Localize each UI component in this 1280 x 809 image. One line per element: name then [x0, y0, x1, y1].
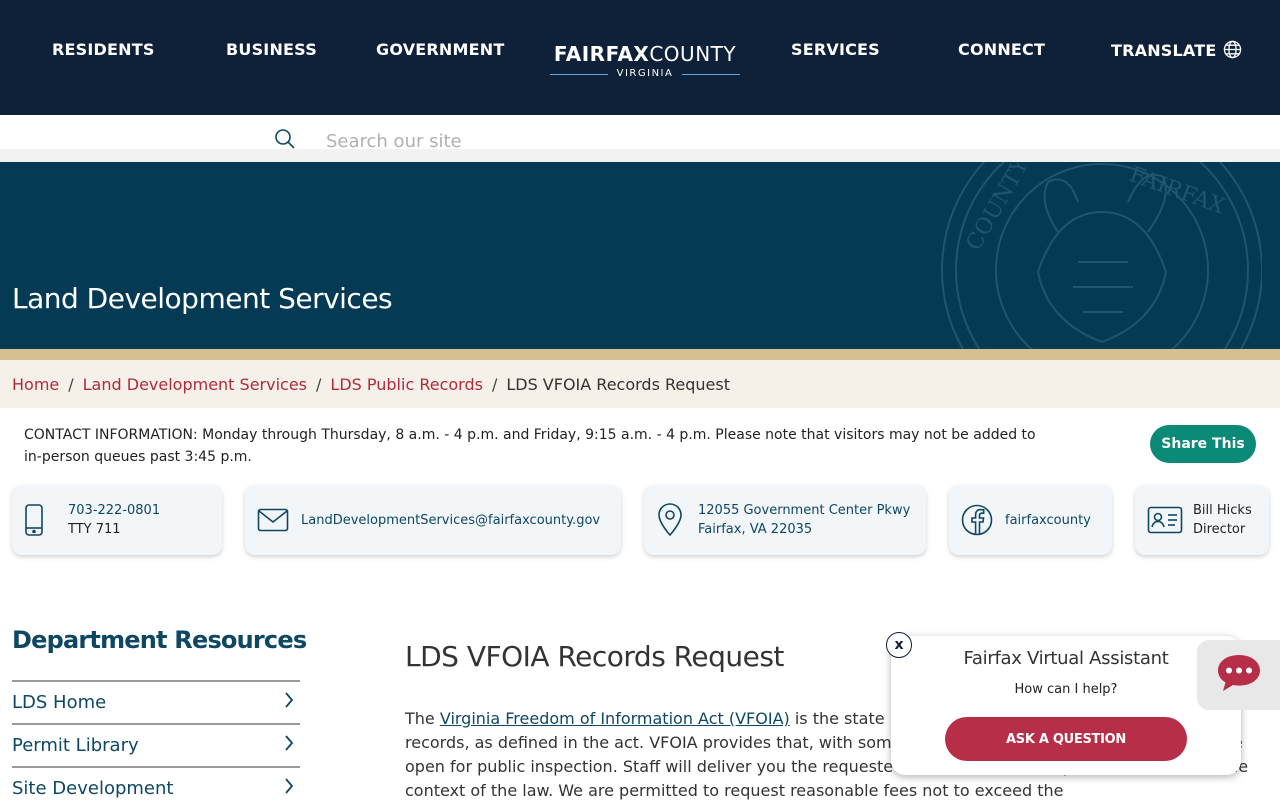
breadcrumb-lds-public-records[interactable]: LDS Public Records — [330, 375, 483, 394]
address-line1: 12055 Government Center Pkwy — [698, 503, 911, 518]
sidebar-item-label: Site Development — [12, 778, 174, 799]
nav-services[interactable]: SERVICES — [791, 40, 880, 59]
hero-banner: COUNTY FAIRFAX — [0, 162, 1280, 349]
facebook-icon — [961, 504, 993, 536]
email-card[interactable]: LandDevelopmentServices@fairfaxcounty.go… — [245, 485, 621, 555]
chat-subtitle: How can I help? — [1014, 682, 1118, 697]
address-line2: Fairfax, VA 22035 — [698, 522, 813, 537]
chevron-right-icon — [284, 777, 294, 800]
nav-government[interactable]: GOVERNMENT — [376, 40, 504, 59]
sidebar-item-label: Permit Library — [12, 735, 139, 756]
ask-question-button[interactable]: ASK A QUESTION — [945, 717, 1187, 761]
sidebar-title: Department Resources — [12, 626, 307, 654]
id-card-icon — [1147, 506, 1183, 534]
logo-text-bold: FAIRFAX — [553, 42, 650, 66]
director-name: Bill Hicks — [1193, 503, 1252, 518]
sidebar-item-label: LDS Home — [12, 692, 107, 713]
breadcrumb: Home / Land Development Services / LDS P… — [0, 360, 1280, 408]
county-seal-watermark: COUNTY FAIRFAX — [938, 162, 1263, 349]
chat-close-button[interactable]: x — [886, 632, 912, 658]
hero-accent-bar — [0, 349, 1280, 360]
sidebar-item-site-development[interactable]: Site Development — [12, 766, 300, 809]
share-button[interactable]: Share This — [1150, 425, 1256, 463]
nav-residents[interactable]: RESIDENTS — [52, 40, 155, 59]
contact-hours-notice: CONTACT INFORMATION: Monday through Thur… — [24, 427, 1036, 465]
phone-icon — [24, 503, 44, 537]
director-title: Director — [1193, 522, 1246, 537]
page-title: Land Development Services — [12, 282, 393, 315]
breadcrumb-land-development-services[interactable]: Land Development Services — [83, 375, 307, 394]
phone-card[interactable]: 703-222-0801 TTY 711 — [12, 485, 222, 555]
body-prefix: The — [405, 709, 440, 728]
nav-translate[interactable]: TRANSLATE — [1111, 40, 1242, 63]
virtual-assistant-popup: Fairfax Virtual Assistant How can I help… — [891, 636, 1241, 775]
sidebar-item-lds-home[interactable]: LDS Home — [12, 680, 300, 723]
envelope-icon — [257, 508, 289, 532]
logo-text-light: COUNTY — [649, 42, 737, 66]
facebook-handle[interactable]: fairfaxcounty — [1005, 511, 1091, 530]
search-icon[interactable] — [274, 128, 296, 154]
tty-number: TTY 711 — [68, 522, 121, 537]
breadcrumb-current: LDS VFOIA Records Request — [506, 374, 730, 394]
sidebar-list: LDS Home Permit Library Site Development — [12, 680, 300, 809]
chat-launcher-button[interactable] — [1197, 640, 1280, 710]
nav-translate-label: TRANSLATE — [1111, 41, 1217, 60]
logo-subtitle: VIRGINIA — [548, 68, 742, 79]
chat-title: Fairfax Virtual Assistant — [963, 648, 1169, 669]
svg-text:FAIRFAX: FAIRFAX — [1126, 162, 1228, 220]
content-title: LDS VFOIA Records Request — [405, 640, 784, 673]
fairfax-county-logo[interactable]: FAIRFAXCOUNTY VIRGINIA — [548, 42, 742, 79]
globe-icon — [1223, 40, 1242, 63]
email-address[interactable]: LandDevelopmentServices@fairfaxcounty.go… — [301, 511, 600, 530]
map-pin-icon — [656, 503, 684, 537]
search-input[interactable] — [326, 128, 1226, 154]
breadcrumb-separator: / — [491, 374, 498, 394]
breadcrumb-separator: / — [68, 374, 74, 394]
phone-number[interactable]: 703-222-0801 — [68, 503, 160, 518]
chat-bubble-icon — [1215, 652, 1263, 698]
breadcrumb-home[interactable]: Home — [12, 375, 59, 394]
facebook-card[interactable]: fairfaxcounty — [949, 485, 1112, 555]
director-card[interactable]: Bill Hicks Director — [1135, 485, 1269, 555]
sidebar-item-permit-library[interactable]: Permit Library — [12, 723, 300, 766]
nav-connect[interactable]: CONNECT — [958, 40, 1045, 59]
breadcrumb-separator: / — [316, 374, 322, 394]
vfoia-link[interactable]: Virginia Freedom of Information Act (VFO… — [440, 709, 790, 728]
address-card[interactable]: 12055 Government Center Pkwy Fairfax, VA… — [644, 485, 926, 555]
top-navigation: RESIDENTS BUSINESS GOVERNMENT FAIRFAXCOU… — [0, 0, 1280, 115]
chevron-right-icon — [284, 691, 294, 714]
nav-business[interactable]: BUSINESS — [226, 40, 317, 59]
chevron-right-icon — [284, 734, 294, 757]
